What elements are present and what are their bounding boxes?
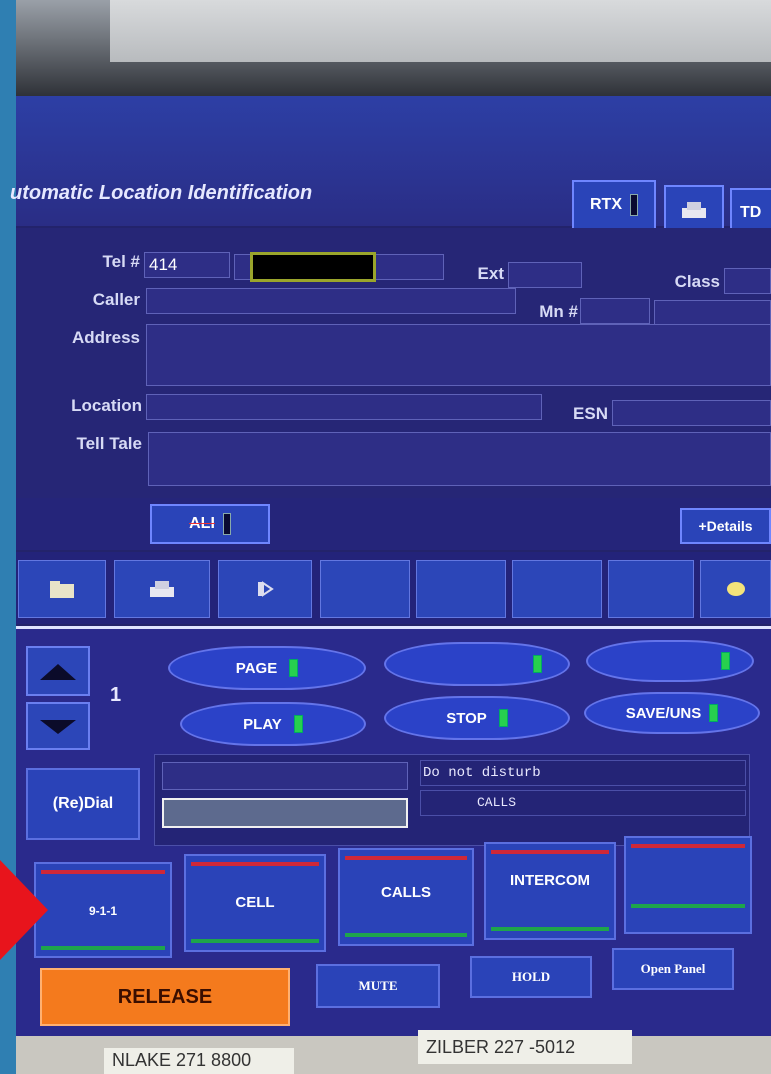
tel-label: Tel # [102,252,140,271]
line-key-5[interactable] [624,836,752,934]
toolbar-button-4[interactable] [320,560,410,618]
line-key-911-label: 9-1-1 [88,904,117,918]
hold-button[interactable]: HOLD [470,956,592,998]
page-label: PAGE [235,659,278,677]
class-label: Class [674,272,720,291]
sticker-left: NLAKE 271 8800 [104,1048,294,1074]
redial-button[interactable]: (Re)Dial [26,768,140,840]
tel-field[interactable]: 414 [144,252,230,278]
caller-label: Caller [92,290,140,309]
ali-indicator [222,513,231,535]
line-down-button[interactable] [26,702,90,750]
mn-label: Mn # [539,302,578,321]
line-key-intercom-label: INTERCOM [510,872,590,889]
page-button[interactable]: PAGE [168,646,366,690]
monitor-top-surface [110,0,771,62]
class-field[interactable] [724,268,771,294]
window-title: utomatic Location Identification [10,182,313,204]
toolbar-button-6[interactable] [512,560,602,618]
toolbar-button-5[interactable] [416,560,506,618]
line-key-cell[interactable]: CELL [184,854,326,952]
telltale-label: Tell Tale [76,434,142,453]
oval-2-indicator [532,655,542,673]
telltale-field[interactable] [148,432,771,486]
address-field[interactable] [146,324,771,386]
address-label: Address [71,328,140,347]
line-key-intercom-top-bar [491,850,609,854]
mute-button[interactable]: MUTE [316,964,440,1008]
ext-field[interactable] [508,262,582,288]
play-button[interactable]: PLAY [180,702,366,746]
calls-status: CALLS [420,790,746,816]
line-key-911-top-bar [41,870,165,874]
toolbar-print-button[interactable] [114,560,210,618]
line-key-calls-top-bar [345,856,467,860]
play-indicator [293,715,303,733]
dial-input[interactable] [162,798,408,828]
oval-button-2[interactable] [384,642,570,686]
toolbar-folder-button[interactable] [18,560,106,618]
line-key-cell-top-bar [191,862,319,866]
toolbar-transfer-button[interactable] [218,560,312,618]
title-bar [16,96,771,226]
line-number: 1 [110,684,122,706]
play-label: PLAY [243,715,282,733]
line-key-intercom-status-bar [491,927,609,931]
stop-indicator [498,709,508,727]
line-key-cell-status-bar [191,939,319,943]
mn-field[interactable] [580,298,650,324]
mn-field-2[interactable] [654,300,771,326]
release-button[interactable]: RELEASE [40,968,290,1026]
rtx-label: RTX [590,196,622,213]
save-uns-indicator [709,704,719,722]
toolbar-button-7[interactable] [608,560,694,618]
status-light-icon [726,582,745,596]
line-key-calls[interactable]: CALLS [338,848,474,946]
esn-field[interactable] [612,400,771,426]
printer-icon [150,581,174,597]
line-up-button[interactable] [26,646,90,696]
line-key-intercom[interactable]: INTERCOM [484,842,616,940]
page-indicator [289,659,299,677]
folder-icon [50,581,74,598]
annotation-arrow-icon [0,860,48,960]
line-key-5-top-bar [631,844,745,848]
line-key-911-status-bar [41,946,165,950]
dial-display [162,762,408,790]
transfer-icon [258,581,274,597]
sticker-right: ZILBER 227 -5012 [418,1030,632,1064]
line-key-calls-status-bar [345,933,467,937]
oval-3-indicator [720,652,730,670]
stop-button[interactable]: STOP [384,696,570,740]
arrow-up-icon [40,664,76,680]
ali-label: ALI [189,515,215,532]
dnd-status: Do not disturb [420,760,746,786]
save-uns-label: SAVE/UNS [625,704,702,722]
printer-icon [682,202,706,218]
location-label: Location [71,396,142,415]
line-key-cell-label: CELL [235,894,275,911]
ali-bar [16,498,771,550]
line-key-5-status-bar [631,904,745,908]
stop-label: STOP [446,709,487,727]
redacted-number [250,252,376,282]
caller-field[interactable] [146,288,516,314]
ext-label: Ext [477,264,504,283]
arrow-down-icon [40,720,76,734]
line-key-911[interactable]: 9-1-1 [34,862,172,958]
save-uns-button[interactable]: SAVE/UNS [584,692,760,734]
details-button[interactable]: +Details [680,508,771,544]
location-field[interactable] [146,394,542,420]
oval-button-3[interactable] [586,640,754,682]
rtx-button[interactable]: RTX [572,180,656,230]
open-panel-button[interactable]: Open Panel [612,948,734,990]
td-label: TD [740,204,762,221]
ali-button[interactable]: ALI [150,504,270,544]
line-key-calls-label: CALLS [381,884,431,901]
rtx-indicator [630,194,638,216]
toolbar-status-button[interactable] [700,560,771,618]
esn-label: ESN [573,404,608,423]
